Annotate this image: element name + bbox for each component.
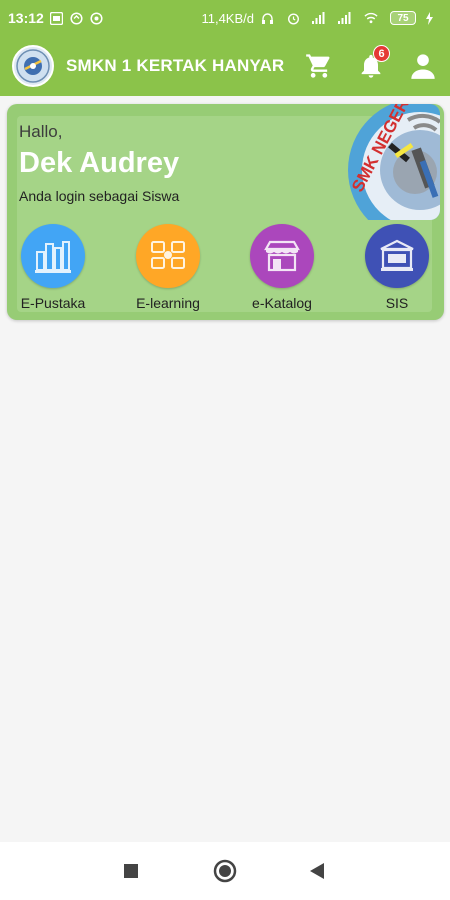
greeting-text: Hallo,	[19, 122, 63, 141]
status-bar: 13:12 11,4KB/d 75	[0, 0, 450, 36]
menu-item-e-pustaka[interactable]: E-Pustaka	[13, 224, 93, 311]
menu-item-sis[interactable]: SIS	[357, 224, 437, 311]
alarm-icon	[286, 11, 300, 25]
role-text: Anda login sebagai Siswa	[19, 188, 180, 204]
battery-indicator: 75	[390, 11, 416, 25]
app-bar: SMKN 1 KERTAK HANYAR 6	[0, 36, 450, 96]
data-saver-icon	[90, 11, 104, 25]
menu-label: e-Katalog	[252, 295, 312, 311]
menu-item-e-learning[interactable]: E-learning	[128, 224, 208, 311]
profile-button[interactable]	[408, 51, 438, 81]
menu-item-e-katalog[interactable]: e-Katalog	[242, 224, 322, 311]
wifi-icon	[364, 11, 378, 25]
signal-icon	[312, 11, 326, 25]
quick-menu: E-Pustaka E-learning e-Katalog SIS	[0, 224, 450, 314]
elearning-icon	[136, 224, 200, 288]
charging-icon	[422, 11, 436, 25]
sync-icon	[70, 11, 84, 25]
cart-icon	[306, 54, 330, 78]
school-logo[interactable]	[12, 45, 54, 87]
triangle-back-icon	[310, 863, 324, 879]
user-name: Dek Audrey	[19, 147, 180, 179]
menu-label: E-learning	[136, 295, 200, 311]
app-title: SMKN 1 KERTAK HANYAR	[66, 56, 285, 75]
headphones-icon	[260, 11, 274, 25]
notification-button[interactable]: 6	[356, 45, 390, 81]
home-button[interactable]	[195, 842, 255, 900]
user-icon	[411, 54, 435, 79]
school-emblem: SMK NEGERI	[348, 104, 440, 220]
menu-label: E-Pustaka	[20, 295, 86, 311]
recents-button[interactable]	[101, 842, 161, 900]
store-icon	[250, 224, 314, 288]
image-icon	[50, 11, 64, 25]
circle-icon	[213, 859, 237, 883]
signal-2-icon	[338, 11, 352, 25]
cart-button[interactable]	[304, 51, 334, 81]
network-speed: 11,4KB/d	[201, 10, 254, 26]
library-icon	[21, 224, 85, 288]
notification-badge: 6	[373, 45, 390, 62]
back-button[interactable]	[287, 842, 347, 900]
status-time: 13:12	[8, 10, 44, 26]
sis-icon	[365, 224, 429, 288]
menu-label: SIS	[385, 295, 409, 311]
system-nav-bar	[0, 842, 450, 900]
square-icon	[124, 864, 138, 878]
